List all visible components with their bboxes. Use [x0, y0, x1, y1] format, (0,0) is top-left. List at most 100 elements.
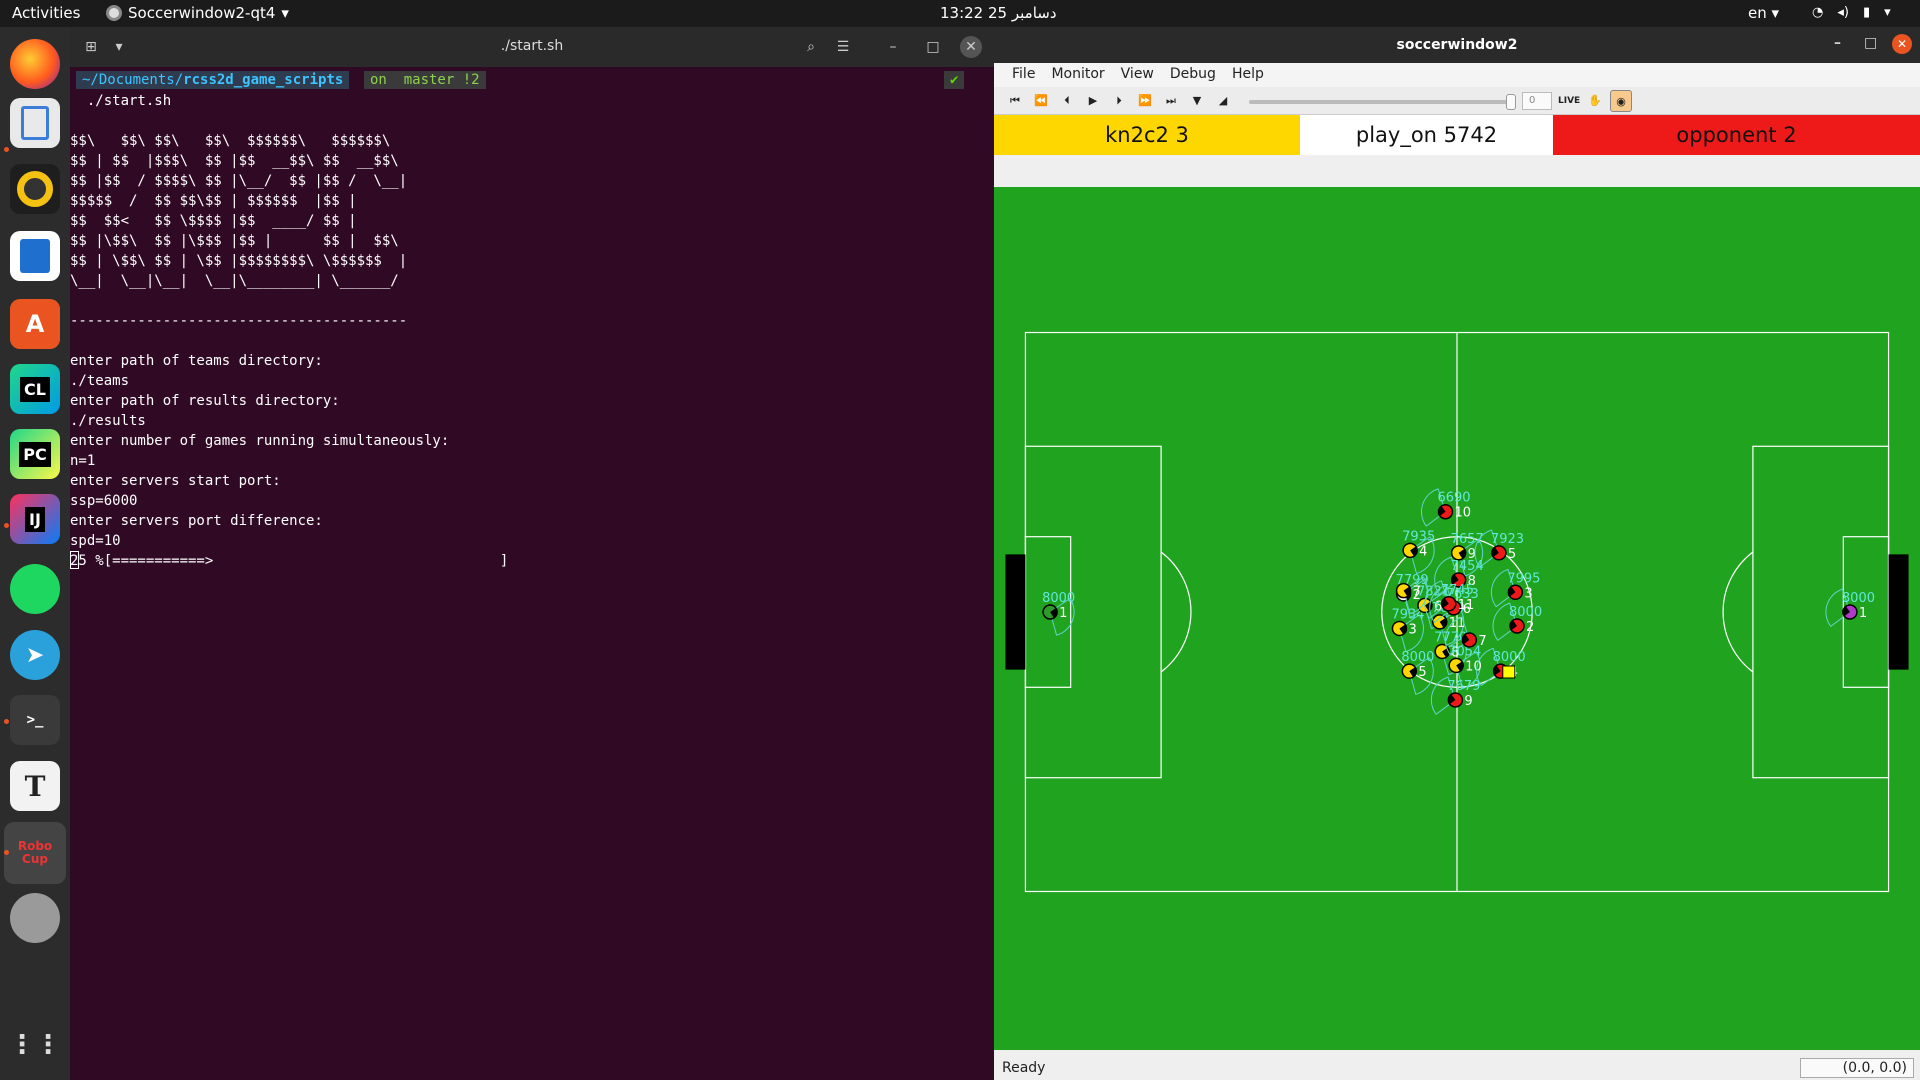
play-forward-icon[interactable]: ▶ [1084, 93, 1102, 109]
player-number-left-1: 1 [1059, 606, 1067, 621]
clion-icon[interactable]: CL [10, 364, 60, 414]
files-icon[interactable] [10, 98, 60, 148]
chevron-down-icon: ▾ [281, 4, 289, 22]
disk-icon[interactable] [10, 893, 60, 943]
terminal-line: ./start.sh [70, 93, 172, 109]
terminal-icon[interactable]: >_ [10, 695, 60, 745]
soccerwindow-titlebar: soccerwindow2 – □ ✕ [994, 27, 1920, 63]
terminal-line: n=1 [70, 453, 96, 469]
menu-file[interactable]: File [1004, 63, 1043, 87]
writer-icon[interactable] [10, 231, 60, 281]
player-number-right-2: 2 [1526, 620, 1534, 635]
go-last-icon[interactable]: ⏭ [1162, 93, 1180, 109]
maximize-icon[interactable]: □ [1864, 35, 1877, 51]
player-number-right-3: 3 [1524, 586, 1532, 601]
pycharm-icon[interactable]: PC [10, 429, 60, 479]
text-editor-icon[interactable]: T [10, 761, 60, 811]
player-number-left-3: 3 [1408, 622, 1416, 637]
app-center-icon[interactable]: A [10, 299, 60, 349]
robocup-icon[interactable]: Robo Cup [4, 822, 66, 884]
terminal-line: $$\ $$\ $$\ $$\ $$$$$$\ $$$$$$\ [70, 133, 391, 149]
running-indicator [4, 719, 9, 724]
right-team-score: opponent 2 [1553, 115, 1920, 155]
prompt-status-check: ✔ [944, 71, 965, 89]
right-penalty-area [1752, 445, 1890, 779]
hamburger-menu-icon[interactable]: ☰ [830, 35, 856, 59]
minimize-icon[interactable]: – [1834, 35, 1841, 51]
running-indicator [4, 147, 9, 152]
language-indicator[interactable]: en ▾ [1748, 4, 1779, 22]
go-first-icon[interactable]: ⏮ [1006, 93, 1024, 109]
ball [1502, 665, 1516, 679]
player-number-left-4: 4 [1419, 544, 1427, 559]
player-stamina-right-2: 8000 [1509, 605, 1542, 620]
terminal-line: $$ |\$$\ $$ |\$$$ |$$ | $$ | $$\ [70, 233, 399, 249]
player-stamina-right-10: 6690 [1437, 491, 1470, 506]
player-stamina-right-3: 7995 [1507, 571, 1540, 586]
maximize-icon[interactable]: □ [920, 35, 946, 59]
telegram-icon[interactable]: ➤ [10, 630, 60, 680]
player-stamina-left-5: 8000 [1401, 650, 1434, 665]
terminal-line: ssp=6000 [70, 493, 138, 509]
language-label: en [1748, 4, 1767, 22]
terminal-output[interactable]: ~/Documents/rcss2d_game_scripts on maste… [70, 67, 994, 1080]
system-tray[interactable]: ◔ ◂) ▮ ▾ [1812, 5, 1891, 20]
cycle-input[interactable]: 0 [1522, 92, 1552, 110]
cycle-slider-handle[interactable] [1506, 94, 1516, 110]
minimize-icon[interactable]: – [880, 35, 906, 59]
player-number-right-9: 9 [1464, 694, 1472, 709]
dock: A CL PC IJ ➤ >_ T Robo Cup ⋮⋮ [0, 27, 70, 1080]
left-goal [1005, 554, 1026, 670]
player-stamina-right-8: 7454 [1451, 559, 1484, 574]
soccerwindow-title: soccerwindow2 [1396, 37, 1518, 53]
activities-button[interactable]: Activities [12, 4, 80, 22]
spotify-icon[interactable] [10, 564, 60, 614]
firefox-icon[interactable] [10, 39, 60, 89]
filter-icon[interactable]: ▼ [1188, 93, 1206, 109]
cycle-slider[interactable] [1249, 100, 1511, 104]
close-icon[interactable]: ✕ [960, 36, 982, 58]
live-button[interactable]: LIVE [1558, 93, 1580, 109]
step-back-icon[interactable]: ⏴ [1058, 93, 1076, 109]
left-penalty-arc [1160, 551, 1192, 673]
app-menu[interactable]: Soccerwindow2-qt4 ▾ [106, 4, 289, 22]
menu-help[interactable]: Help [1224, 63, 1272, 87]
terminal-line: enter servers start port: [70, 473, 281, 489]
show-apps-icon[interactable]: ⋮⋮ [9, 1020, 61, 1070]
terminal-line: enter path of results directory: [70, 393, 340, 409]
player-number-left-10: 10 [1465, 659, 1482, 674]
prompt-path: ~/Documents/rcss2d_game_scripts [76, 71, 350, 89]
terminal-window: ⊞ ▾ ./start.sh ⌕ ☰ – □ ✕ ~/Documents/rcs… [70, 27, 994, 1080]
network-icon: ◔ [1812, 5, 1824, 20]
status-text: Ready [1002, 1060, 1046, 1076]
clock[interactable]: 13:22 25 دسامبر [940, 4, 1057, 22]
intellij-icon[interactable]: IJ [10, 494, 60, 544]
menu-monitor[interactable]: Monitor [1043, 63, 1112, 87]
fast-forward-icon[interactable]: ⏩ [1136, 93, 1154, 109]
player-stamina-right-9: 7679 [1447, 679, 1480, 694]
menu-view[interactable]: View [1113, 63, 1162, 87]
step-forward-icon[interactable]: ⏵ [1110, 93, 1128, 109]
kickoff-icon[interactable]: ◢ [1214, 93, 1232, 109]
soccer-field[interactable]: 1 8000 2 7799 3 7934 4 7935 5 8000 6 7821 7 8 7770 9 765… [994, 187, 1920, 1050]
play-mode-cycle: play_on 5742 [1300, 115, 1553, 155]
terminal-line: $$ | $$ |$$$\ $$ |$$ __$$\ $$ __$$\ [70, 153, 399, 169]
terminal-line: $$ $$< $$ \$$$$ |$$ ____/ $$ | [70, 213, 357, 229]
running-indicator [4, 850, 9, 855]
mouse-coordinates: (0.0, 0.0) [1800, 1058, 1914, 1078]
player-number-right-7: 7 [1478, 634, 1486, 649]
rhythmbox-icon[interactable] [10, 164, 60, 214]
referee-icon[interactable]: ◉ [1610, 90, 1632, 112]
rewind-icon[interactable]: ⏪ [1032, 93, 1050, 109]
search-icon[interactable]: ⌕ [798, 35, 824, 59]
terminal-line: \__| \__|\__| \__|\________| \______/ [70, 273, 399, 289]
player-number-right-11: 11 [1458, 598, 1475, 613]
close-icon[interactable]: ✕ [1892, 34, 1912, 54]
pycharm-label: PC [19, 441, 51, 467]
terminal-titlebar: ⊞ ▾ ./start.sh ⌕ ☰ – □ ✕ [70, 27, 994, 67]
soccerwindow-app-icon [106, 5, 122, 21]
hand-icon[interactable]: ✋ [1586, 93, 1604, 109]
chevron-down-icon: ▾ [1884, 5, 1891, 20]
menu-debug[interactable]: Debug [1162, 63, 1224, 87]
player-stamina-right-1: 8000 [1842, 591, 1875, 606]
